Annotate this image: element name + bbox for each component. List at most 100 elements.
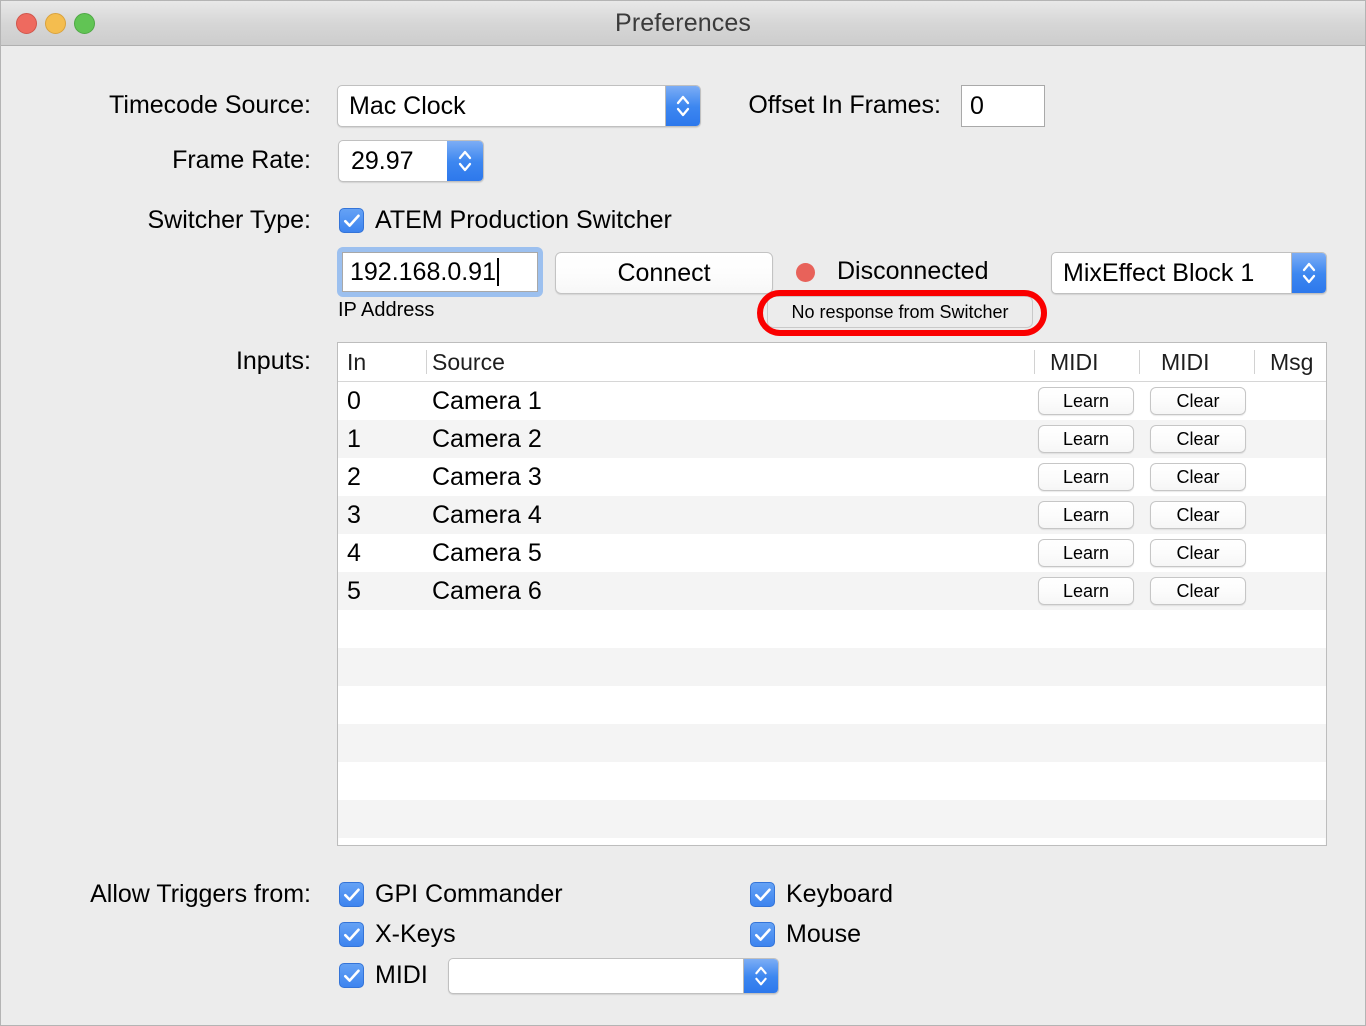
frame-rate-value: 29.97	[351, 146, 414, 175]
table-row[interactable]: 0 Camera 1 Learn Clear	[338, 382, 1326, 420]
trigger-midi-row[interactable]: MIDI	[339, 961, 428, 990]
learn-button[interactable]: Learn	[1038, 577, 1134, 605]
checkmark-icon[interactable]	[339, 963, 364, 988]
table-row-empty[interactable]	[338, 648, 1326, 686]
chevron-updown-glyph	[755, 966, 767, 986]
mixeffect-block-dropdown[interactable]: MixEffect Block 1	[1051, 252, 1327, 294]
table-row-empty[interactable]	[338, 800, 1326, 838]
connection-status-text: Disconnected	[837, 257, 989, 285]
stepper-updown-icon[interactable]	[447, 141, 483, 181]
clear-button[interactable]: Clear	[1150, 463, 1246, 491]
column-header-msg[interactable]: Msg	[1270, 343, 1313, 381]
checkmark-glyph	[343, 928, 360, 941]
mixeffect-block-value: MixEffect Block 1	[1063, 258, 1255, 287]
checkmark-icon[interactable]	[750, 922, 775, 947]
learn-button[interactable]: Learn	[1038, 501, 1134, 529]
window-titlebar: Preferences	[1, 1, 1365, 46]
preferences-window: Preferences Timecode Source: Mac Clock O…	[0, 0, 1366, 1026]
timecode-source-value: Mac Clock	[349, 91, 466, 120]
column-divider	[1254, 350, 1255, 374]
trigger-keyboard-row[interactable]: Keyboard	[750, 880, 893, 909]
table-row-empty[interactable]	[338, 762, 1326, 800]
checkmark-glyph	[754, 888, 771, 901]
trigger-x-keys-row[interactable]: X-Keys	[339, 920, 456, 949]
column-header-in[interactable]: In	[347, 343, 366, 381]
cell-input-number: 0	[347, 387, 361, 415]
chevron-updown-icon[interactable]	[665, 86, 700, 126]
inputs-label: Inputs:	[235, 347, 311, 375]
chevron-updown-glyph	[1302, 262, 1316, 284]
table-row[interactable]: 3 Camera 4 Learn Clear	[338, 496, 1326, 534]
cell-input-number: 3	[347, 501, 361, 529]
trigger-midi-label: MIDI	[375, 961, 428, 989]
checkmark-glyph	[754, 928, 771, 941]
inputs-table-header: In Source MIDI MIDI Msg	[338, 343, 1326, 382]
text-cursor	[496, 258, 499, 286]
table-row[interactable]: 2 Camera 3 Learn Clear	[338, 458, 1326, 496]
checkmark-glyph	[343, 214, 360, 227]
trigger-mouse-row[interactable]: Mouse	[750, 920, 861, 949]
clear-button[interactable]: Clear	[1150, 387, 1246, 415]
cell-source-name: Camera 5	[432, 539, 542, 567]
clear-button[interactable]: Clear	[1150, 425, 1246, 453]
learn-button[interactable]: Learn	[1038, 387, 1134, 415]
table-row[interactable]: 5 Camera 6 Learn Clear	[338, 572, 1326, 610]
table-row[interactable]: 4 Camera 5 Learn Clear	[338, 534, 1326, 572]
trigger-gpi-commander-label: GPI Commander	[375, 880, 563, 908]
chevron-updown-glyph	[676, 95, 690, 117]
learn-button[interactable]: Learn	[1038, 539, 1134, 567]
checkmark-glyph	[343, 888, 360, 901]
trigger-mouse-label: Mouse	[786, 920, 862, 948]
cell-source-name: Camera 2	[432, 425, 542, 453]
midi-device-dropdown[interactable]	[448, 958, 779, 994]
checkmark-icon[interactable]	[339, 922, 364, 947]
allow-triggers-label: Allow Triggers from:	[90, 880, 311, 908]
checkmark-glyph	[343, 969, 360, 982]
switcher-error-tooltip: No response from Switcher	[767, 296, 1033, 328]
column-header-midi-2[interactable]: MIDI	[1161, 343, 1210, 381]
column-divider	[1139, 350, 1140, 374]
learn-button[interactable]: Learn	[1038, 425, 1134, 453]
column-header-source[interactable]: Source	[432, 343, 505, 381]
learn-button[interactable]: Learn	[1038, 463, 1134, 491]
cell-source-name: Camera 6	[432, 577, 542, 605]
checkmark-icon[interactable]	[750, 882, 775, 907]
cell-input-number: 2	[347, 463, 361, 491]
column-header-midi-1[interactable]: MIDI	[1050, 343, 1099, 381]
column-divider	[426, 350, 427, 374]
ip-address-caption: IP Address	[338, 299, 435, 321]
timecode-source-label: Timecode Source:	[109, 91, 311, 119]
offset-in-frames-label: Offset In Frames:	[748, 91, 941, 119]
trigger-gpi-commander-row[interactable]: GPI Commander	[339, 880, 563, 909]
table-row-empty[interactable]	[338, 686, 1326, 724]
checkmark-icon[interactable]	[339, 882, 364, 907]
clear-button[interactable]: Clear	[1150, 577, 1246, 605]
timecode-source-dropdown[interactable]: Mac Clock	[337, 85, 701, 127]
chevron-updown-icon[interactable]	[743, 959, 778, 993]
ip-address-value: 192.168.0.91	[350, 257, 496, 286]
switcher-type-checkbox-row[interactable]: ATEM Production Switcher	[339, 206, 672, 235]
switcher-type-checkbox-label: ATEM Production Switcher	[375, 206, 672, 234]
trigger-keyboard-label: Keyboard	[786, 880, 894, 908]
checkmark-icon[interactable]	[339, 208, 364, 233]
cell-input-number: 4	[347, 539, 361, 567]
switcher-type-label: Switcher Type:	[147, 206, 311, 234]
frame-rate-label: Frame Rate:	[172, 146, 311, 174]
clear-button[interactable]: Clear	[1150, 501, 1246, 529]
cell-source-name: Camera 4	[432, 501, 542, 529]
cell-input-number: 1	[347, 425, 361, 453]
ip-address-input[interactable]: 192.168.0.91	[342, 252, 538, 292]
cell-source-name: Camera 3	[432, 463, 542, 491]
frame-rate-stepper[interactable]: 29.97	[338, 140, 484, 182]
cell-source-name: Camera 1	[432, 387, 542, 415]
connect-button[interactable]: Connect	[555, 252, 773, 294]
table-row-empty[interactable]	[338, 724, 1326, 762]
column-divider	[1034, 350, 1035, 374]
table-row-empty[interactable]	[338, 610, 1326, 648]
clear-button[interactable]: Clear	[1150, 539, 1246, 567]
chevron-updown-icon[interactable]	[1291, 253, 1326, 293]
cell-input-number: 5	[347, 577, 361, 605]
table-row[interactable]: 1 Camera 2 Learn Clear	[338, 420, 1326, 458]
offset-in-frames-input[interactable]: 0	[961, 85, 1045, 127]
stepper-updown-glyph	[458, 150, 472, 172]
